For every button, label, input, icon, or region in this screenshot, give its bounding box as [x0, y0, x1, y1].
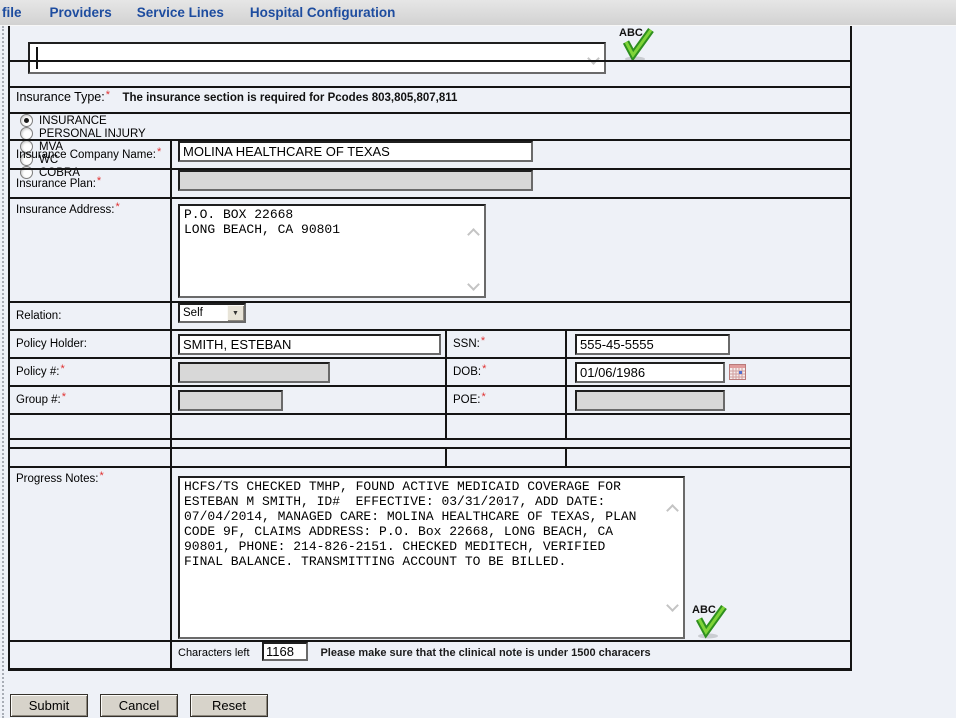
required-asterisk: * — [115, 201, 119, 213]
insurance-type-label: Insurance Type: — [16, 90, 105, 104]
poe-label: POE: — [453, 394, 480, 406]
required-asterisk: * — [99, 470, 103, 482]
insurance-type-options-row: INSURANCE PERSONAL INJURY MVA WC COBRA — [10, 112, 850, 139]
group-number-input — [178, 390, 283, 411]
relation-selected-value: Self — [180, 305, 227, 321]
progress-notes-label: Progress Notes: — [16, 473, 98, 485]
poe-input — [575, 390, 725, 411]
insurance-type-note: The insurance section is required for Pc… — [122, 92, 457, 104]
nav-item-service-lines[interactable]: Service Lines — [137, 5, 224, 20]
required-asterisk: * — [60, 363, 64, 375]
action-buttons: Submit Cancel Reset — [10, 694, 268, 717]
progress-notes-wrap: HCFS/TS CHECKED TMHP, FOUND ACTIVE MEDIC… — [178, 476, 685, 644]
insurance-plan-input — [178, 170, 533, 191]
progress-notes-textarea[interactable]: HCFS/TS CHECKED TMHP, FOUND ACTIVE MEDIC… — [178, 476, 685, 639]
ssn-input[interactable] — [575, 334, 730, 355]
svg-text:ABC: ABC — [619, 27, 643, 39]
required-asterisk: * — [106, 89, 110, 101]
cancel-button[interactable]: Cancel — [100, 694, 178, 717]
spacer-row — [10, 60, 850, 86]
nav-item-providers[interactable]: Providers — [50, 5, 112, 20]
policy-number-input — [178, 362, 330, 383]
insurance-type-header-row: Insurance Type:* The insurance section i… — [10, 86, 850, 112]
ssn-label: SSN: — [453, 338, 480, 350]
chevron-down-icon[interactable]: ▼ — [227, 305, 244, 321]
reset-button[interactable]: Reset — [190, 694, 268, 717]
radio-option-insurance[interactable]: INSURANCE — [20, 114, 850, 127]
address-textarea-wrap: P.O. BOX 22668 LONG BEACH, CA 90801 — [178, 204, 486, 303]
insurance-form-table: ABC Insurance Type:* The insurance secti… — [8, 26, 852, 671]
left-dotted-border — [2, 26, 4, 718]
insurance-address-row: Insurance Address:* P.O. BOX 22668 LONG … — [10, 197, 850, 301]
relation-row: Relation: Self ▼ — [10, 301, 850, 329]
relation-select[interactable]: Self ▼ — [178, 303, 246, 323]
characters-left-input[interactable] — [262, 642, 308, 661]
nav-item-file[interactable]: file — [2, 5, 22, 20]
empty-row — [10, 413, 850, 438]
progress-notes-row: Progress Notes:* HCFS/TS CHECKED TMHP, F… — [10, 466, 850, 640]
company-name-input[interactable] — [178, 141, 533, 162]
characters-left-row: Characters left Please make sure that th… — [10, 640, 850, 668]
insurance-plan-row: Insurance Plan:* — [10, 168, 850, 197]
svg-text:ABC: ABC — [692, 604, 716, 616]
policy-number-label: Policy #: — [16, 366, 59, 378]
company-name-row: Insurance Company Name:* — [10, 139, 850, 168]
policy-holder-input[interactable] — [178, 334, 441, 355]
required-asterisk: * — [482, 363, 486, 375]
policy-holder-row: Policy Holder: SSN:* — [10, 329, 850, 357]
submit-button[interactable]: Submit — [10, 694, 88, 717]
radio-selected-icon[interactable] — [20, 114, 33, 127]
insurance-plan-label: Insurance Plan: — [16, 178, 96, 190]
group-number-label: Group #: — [16, 394, 61, 406]
policy-holder-label: Policy Holder: — [16, 338, 87, 350]
group-number-row: Group #:* POE:* — [10, 385, 850, 413]
required-asterisk: * — [62, 391, 66, 403]
policy-number-row: Policy #:* DOB:* — [10, 357, 850, 385]
insurance-address-label: Insurance Address: — [16, 204, 114, 216]
character-limit-note: Please make sure that the clinical note … — [320, 647, 650, 659]
thin-spacer-row — [10, 438, 850, 447]
dob-label: DOB: — [453, 366, 481, 378]
spellcheck-abc-icon[interactable]: ABC — [691, 601, 727, 639]
top-nav: file Providers Service Lines Hospital Co… — [0, 0, 956, 26]
nav-item-hospital-configuration[interactable]: Hospital Configuration — [250, 5, 396, 20]
characters-left-label: Characters left — [178, 647, 250, 659]
required-asterisk: * — [481, 335, 485, 347]
top-field-row: ABC — [10, 26, 850, 60]
insurance-address-textarea[interactable]: P.O. BOX 22668 LONG BEACH, CA 90801 — [178, 204, 486, 298]
company-name-label: Insurance Company Name: — [16, 149, 156, 161]
empty-row — [10, 447, 850, 466]
required-asterisk: * — [481, 391, 485, 403]
required-asterisk: * — [97, 175, 101, 187]
relation-label: Relation: — [16, 310, 61, 322]
spellcheck-abc-icon[interactable]: ABC — [618, 24, 654, 62]
calendar-icon[interactable] — [729, 364, 746, 380]
dob-input[interactable] — [575, 362, 725, 383]
required-asterisk: * — [157, 146, 161, 158]
